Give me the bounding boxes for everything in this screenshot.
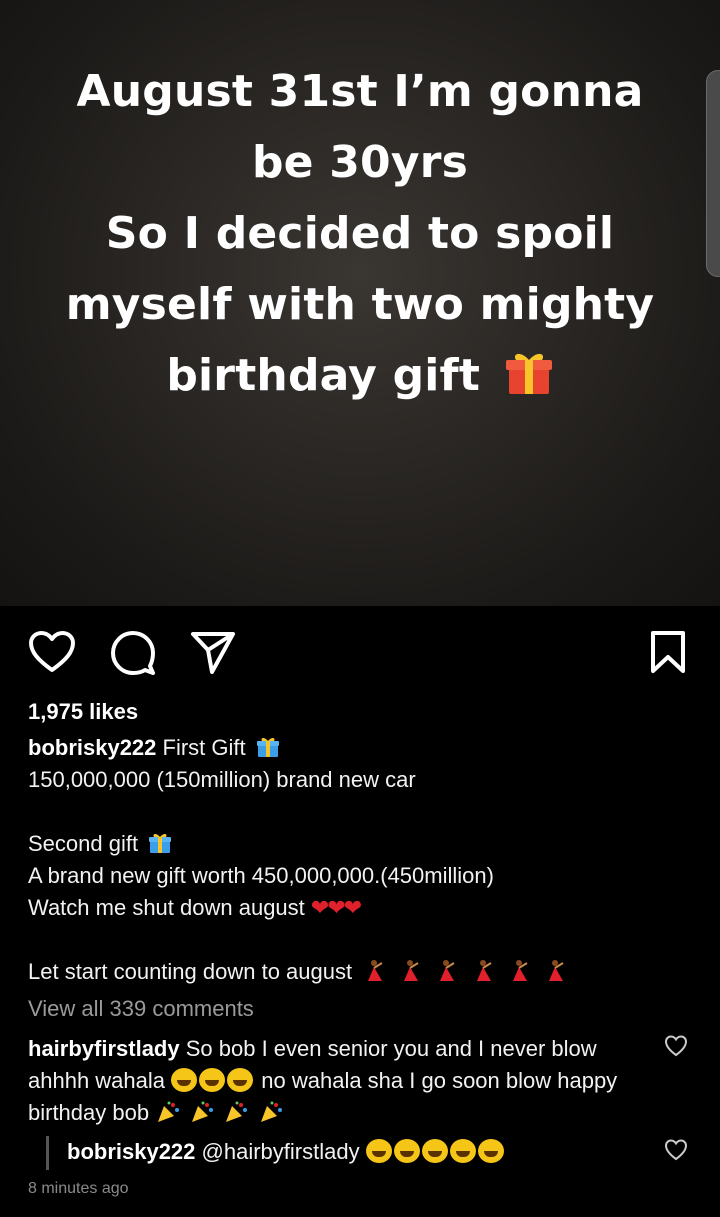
caption-text: First Gift [162,735,246,760]
dancing-woman-icon [440,960,456,981]
laughing-emoji-icons [171,1068,255,1093]
dancing-woman-icon [548,960,564,981]
caption-text: Let start counting down to august [28,959,353,984]
post-image[interactable]: August 31st I’m gonna be 30yrs So I deci… [0,0,720,606]
reply-like-heart-icon[interactable] [664,1138,688,1162]
story-line: So I decided to spoil [105,208,615,259]
caption-line: 150,000,000 (150million) brand new car [28,767,416,792]
story-line: be 30yrs [251,137,469,188]
laughing-emoji-icon [421,1139,448,1163]
dancing-woman-icon [476,960,492,981]
party-popper-icon [226,1101,248,1122]
comment-like-heart-icon[interactable] [664,1034,688,1058]
wrapped-gift-icon [256,737,279,757]
dancing-woman-icon [368,960,383,981]
laughing-emoji-icon [227,1068,254,1092]
laughing-emoji-icon [393,1139,420,1163]
laughing-emoji-icon [449,1139,476,1163]
story-edge-preview [706,70,720,277]
caption-username[interactable]: bobrisky222 [28,735,156,760]
party-popper-icons [155,1100,285,1125]
comment-bubble-icon[interactable] [110,630,156,676]
party-popper-icon [192,1101,214,1122]
view-all-comments-link[interactable]: View all 339 comments [28,996,254,1022]
party-popper-icon [158,1101,180,1122]
story-line: myself with two mighty [65,279,655,330]
party-popper-icon [260,1101,282,1122]
dancing-woman-icon [512,960,528,981]
story-line: August 31st I’m gonna [76,66,644,117]
post-action-bar [0,606,720,696]
bookmark-icon[interactable] [650,630,686,674]
wrapped-gift-icon [149,833,172,853]
heart-outline-icon[interactable] [28,630,76,674]
send-paper-plane-icon[interactable] [190,630,236,676]
laughing-emoji-icon [199,1068,226,1092]
caption-line: bobrisky222 First Gift [28,732,688,764]
caption-text: Watch me shut down august [28,895,305,920]
comment: hairbyfirstlady So bob I even senior you… [28,1033,628,1129]
laughing-emoji-icon [171,1068,198,1092]
likes-count[interactable]: 1,975 likes [28,699,138,725]
story-line-last: birthday gift [40,340,680,411]
reply-username[interactable]: bobrisky222 [67,1139,195,1164]
laughing-emoji-icons [365,1139,506,1164]
reply-comment: bobrisky222 @hairbyfirstlady [46,1136,627,1170]
caption-line: Watch me shut down august ❤❤❤ [28,892,688,924]
caption-text: Second gift [28,831,139,856]
post-timestamp: 8 minutes ago [28,1180,129,1197]
story-line: birthday gift [166,350,481,401]
laughing-emoji-icon [365,1139,392,1163]
gift-icon [505,353,552,394]
caption-line: Let start counting down to august [28,956,688,988]
comment-username[interactable]: hairbyfirstlady [28,1036,180,1061]
story-text: August 31st I’m gonna be 30yrs So I deci… [40,56,680,411]
dancing-woman-icon [404,960,419,981]
caption-line: A brand new gift worth 450,000,000.(450m… [28,863,494,888]
reply-mention[interactable]: @hairbyfirstlady [202,1139,360,1164]
red-hearts-icon: ❤❤❤ [310,895,362,920]
laughing-emoji-icon [477,1139,504,1163]
caption-line: Second gift [28,828,688,860]
dancing-woman-icons [358,959,569,984]
post-caption: bobrisky222 First Gift 150,000,000 (150m… [28,732,688,988]
